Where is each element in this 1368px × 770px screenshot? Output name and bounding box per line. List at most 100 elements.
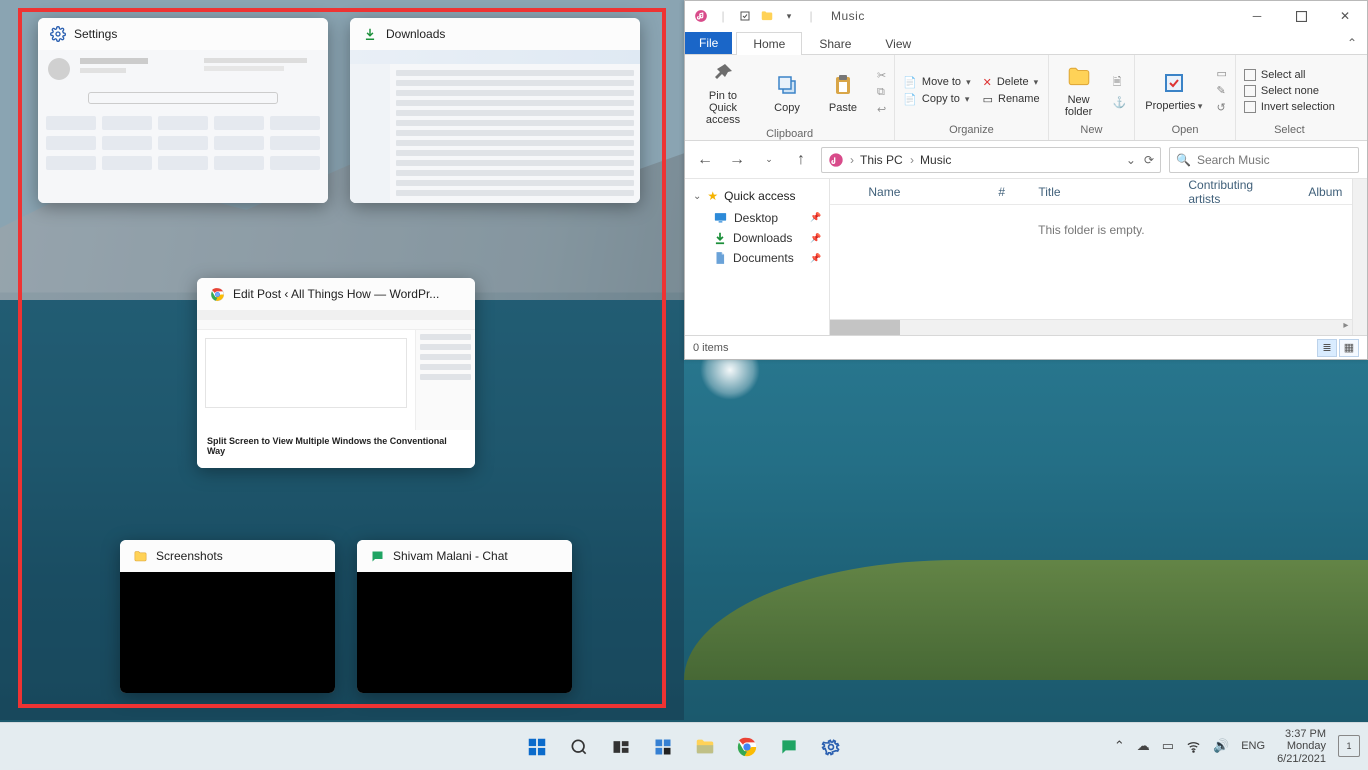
clock[interactable]: 3:37 PM Monday 6/21/2021 (1277, 728, 1326, 766)
history-button[interactable]: ↺ (1214, 100, 1228, 115)
pin-icon: 📌 (810, 253, 821, 264)
paste-shortcut-button[interactable]: ↩ (875, 102, 888, 117)
navigation-pane[interactable]: ⌄ ★ Quick access Desktop 📌 Downloads 📌 D… (685, 179, 830, 335)
snap-tile-settings[interactable]: Settings (38, 18, 328, 203)
copy-to-button[interactable]: 📄Copy to (901, 92, 972, 107)
volume-icon[interactable]: 🔊 (1213, 738, 1229, 754)
pin-icon (709, 59, 737, 87)
paste-button[interactable]: Paste (819, 69, 867, 116)
large-icons-view-button[interactable]: ▦ (1339, 339, 1359, 357)
select-none-button[interactable]: Select none (1242, 84, 1337, 98)
snap-tile-screenshots[interactable]: Screenshots (120, 540, 335, 693)
easy-access-button[interactable]: ⚓ (1111, 95, 1129, 110)
snap-tile-preview (357, 572, 572, 693)
breadcrumb-item[interactable]: This PC (860, 153, 914, 167)
nav-item-documents[interactable]: Documents 📌 (685, 248, 829, 268)
file-list-area[interactable]: Name # Title Contributing artists Album … (830, 179, 1352, 335)
shortcut-icon: ↩ (877, 103, 886, 116)
open-button[interactable]: ▭ (1214, 66, 1228, 81)
horizontal-scrollbar[interactable]: ▸ (830, 319, 1352, 335)
pin-quick-access-button[interactable]: Pin to Quick access (691, 57, 755, 128)
copy-path-button[interactable]: ⧉ (875, 85, 888, 100)
delete-button[interactable]: ✕Delete (981, 75, 1042, 90)
col-name[interactable]: Name (858, 185, 988, 199)
col-album[interactable]: Album (1298, 185, 1352, 199)
search-button[interactable] (565, 733, 593, 761)
status-bar: 0 items ≣ ▦ (685, 335, 1367, 359)
qat-folder-icon[interactable] (757, 9, 777, 23)
file-explorer-button[interactable] (691, 733, 719, 761)
titlebar[interactable]: | ▾ | Music ─ ✕ (685, 1, 1367, 31)
col-artists[interactable]: Contributing artists (1178, 178, 1298, 206)
download-icon (362, 26, 378, 42)
cut-button[interactable]: ✂ (875, 68, 888, 83)
snap-tile-chat[interactable]: Shivam Malani - Chat (357, 540, 572, 693)
up-button[interactable]: ↑ (789, 148, 813, 172)
wifi-icon[interactable] (1186, 739, 1201, 754)
col-title[interactable]: Title (1028, 185, 1178, 199)
settings-button[interactable] (817, 733, 845, 761)
start-button[interactable] (523, 733, 551, 761)
search-icon: 🔍 (1176, 153, 1191, 167)
properties-button[interactable]: Properties (1141, 67, 1206, 114)
qat-properties-icon[interactable] (735, 10, 755, 22)
ribbon-collapse-button[interactable]: ⌃ (1337, 32, 1367, 54)
qat-dropdown[interactable]: ▾ (779, 11, 799, 22)
move-to-button[interactable]: 📄Move to (901, 75, 972, 90)
chat-button[interactable] (775, 733, 803, 761)
recent-button[interactable]: ⌄ (757, 148, 781, 172)
details-view-button[interactable]: ≣ (1317, 339, 1337, 357)
chrome-button[interactable] (733, 733, 761, 761)
open-icon: ▭ (1216, 67, 1226, 80)
invert-selection-button[interactable]: Invert selection (1242, 100, 1337, 114)
notifications-button[interactable]: 1 (1338, 735, 1360, 757)
item-count: 0 items (693, 342, 728, 354)
new-folder-button[interactable]: New folder (1055, 61, 1103, 120)
refresh-button[interactable]: ⟳ (1144, 153, 1154, 167)
tab-file[interactable]: File (685, 32, 732, 54)
system-tray[interactable]: ⌃ ☁ ▭ 🔊 ENG 3:37 PM Monday 6/21/2021 1 (1114, 728, 1360, 766)
new-item-button[interactable]: 🗎 (1111, 72, 1129, 93)
copy-button[interactable]: Copy (763, 69, 811, 116)
tab-view[interactable]: View (868, 32, 928, 55)
delete-icon: ✕ (983, 76, 992, 89)
scissors-icon: ✂ (877, 69, 886, 82)
edit-icon: ✎ (1216, 84, 1225, 97)
battery-icon[interactable]: ▭ (1162, 738, 1174, 754)
col-number[interactable]: # (988, 185, 1028, 199)
taskbar-pinned (523, 733, 845, 761)
tab-home[interactable]: Home (736, 32, 802, 55)
column-headers[interactable]: Name # Title Contributing artists Album (830, 179, 1352, 205)
breadcrumb-item[interactable]: Music (920, 153, 951, 167)
quick-access-section[interactable]: ⌄ ★ Quick access (685, 185, 829, 207)
taskbar[interactable]: ⌃ ☁ ▭ 🔊 ENG 3:37 PM Monday 6/21/2021 1 (0, 722, 1368, 770)
tray-overflow-button[interactable]: ⌃ (1114, 738, 1125, 754)
rename-button[interactable]: ▭Rename (981, 92, 1042, 107)
snap-tile-preview (38, 50, 328, 203)
gear-icon (50, 26, 66, 42)
maximize-button[interactable] (1279, 1, 1323, 31)
edit-button[interactable]: ✎ (1214, 83, 1228, 98)
search-box[interactable]: 🔍 Search Music (1169, 147, 1359, 173)
task-view-button[interactable] (607, 733, 635, 761)
divider: | (801, 9, 821, 23)
select-all-button[interactable]: Select all (1242, 68, 1337, 82)
language-indicator[interactable]: ENG (1241, 740, 1265, 752)
forward-button[interactable]: → (725, 148, 749, 172)
minimize-button[interactable]: ─ (1235, 1, 1279, 31)
nav-item-downloads[interactable]: Downloads 📌 (685, 228, 829, 248)
back-button[interactable]: ← (693, 148, 717, 172)
path-icon: ⧉ (877, 86, 885, 99)
snap-tile-downloads[interactable]: Downloads (350, 18, 640, 203)
address-bar[interactable]: › This PC Music ⌄ ⟳ (821, 147, 1161, 173)
wallpaper-grass (684, 560, 1368, 680)
vertical-scrollbar[interactable] (1352, 179, 1367, 335)
onedrive-icon[interactable]: ☁ (1137, 738, 1150, 754)
snap-tile-chrome[interactable]: Edit Post ‹ All Things How — WordPr... S… (197, 278, 475, 468)
tab-share[interactable]: Share (802, 32, 868, 55)
widgets-button[interactable] (649, 733, 677, 761)
close-button[interactable]: ✕ (1323, 1, 1367, 31)
nav-item-desktop[interactable]: Desktop 📌 (685, 207, 829, 228)
empty-folder-text: This folder is empty. (830, 205, 1352, 319)
address-dropdown[interactable]: ⌄ (1126, 153, 1136, 167)
